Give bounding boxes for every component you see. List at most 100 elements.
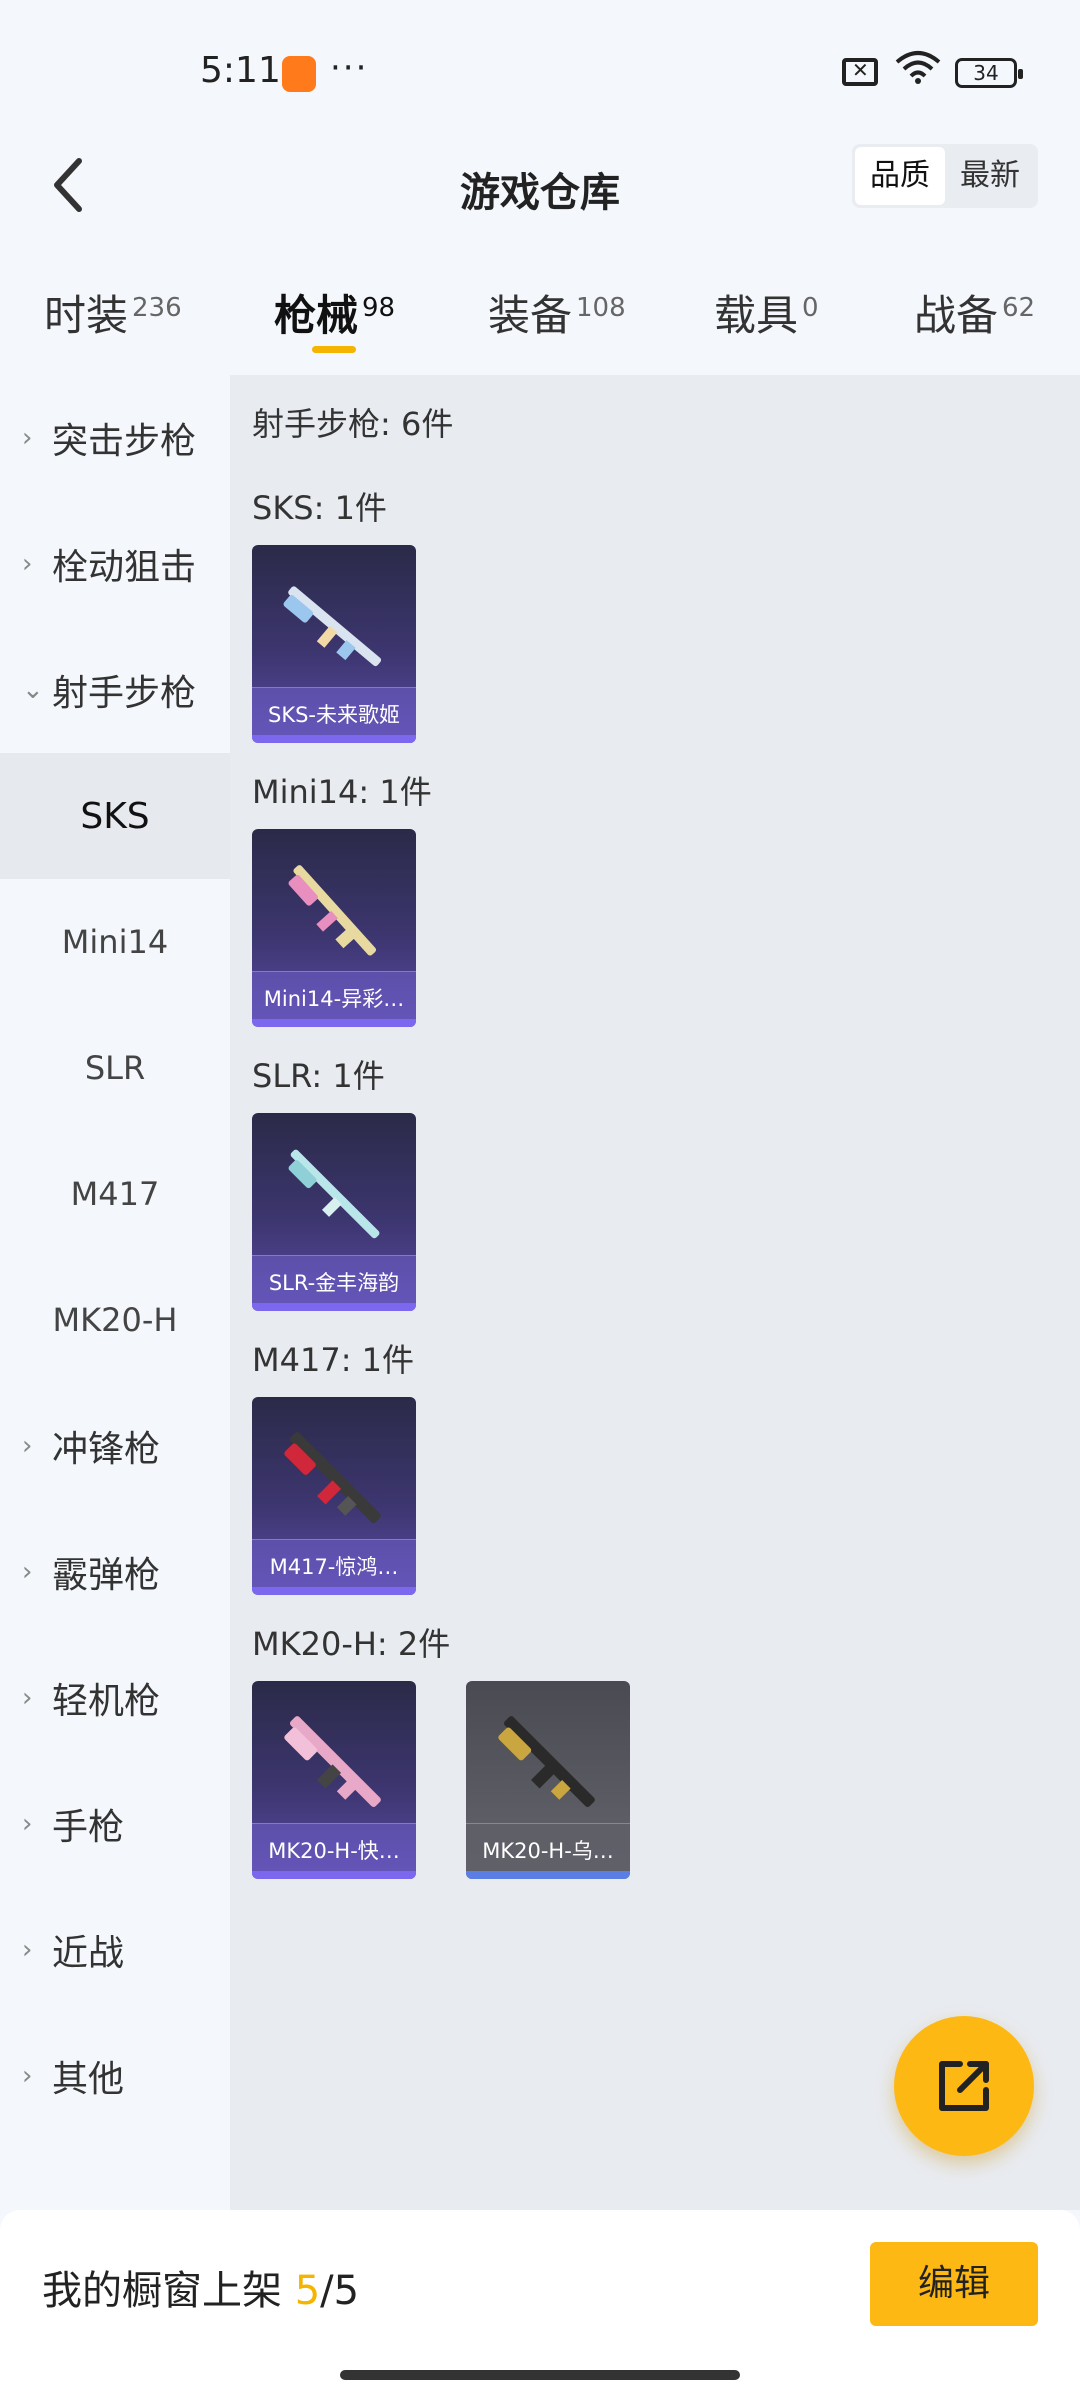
sidebar-item-melee[interactable]: › 近战 [0,1887,230,2013]
sidebar-subitem-mini14[interactable]: Mini14 [0,879,230,1005]
sidebar-item-label: 突击步枪 [52,421,197,462]
group-title: SKS: 1件 [252,489,387,527]
battery-icon: 34 [955,58,1023,88]
sidebar-item-other[interactable]: › 其他 [0,2013,230,2139]
sidebar-item-label: M417 [70,1175,160,1213]
share-external-icon [939,2061,989,2111]
status-bar: 5:11 ··· 34 [0,0,1080,140]
chevron-right-icon: › [22,1431,33,1461]
chevron-right-icon: › [22,2061,33,2091]
showcase-total-count: /5 [320,2268,360,2314]
header: 游戏仓库 品质 最新 [0,140,1080,270]
sidebar-subitem-m417[interactable]: M417 [0,1131,230,1257]
item-card[interactable]: MK20-H-快… [252,1681,416,1879]
item-name: M417-惊鸿… [269,1555,399,1579]
rarity-strip [252,1871,416,1879]
item-card[interactable]: M417-惊鸿… [252,1397,416,1595]
sidebar-item-lmg[interactable]: › 轻机枪 [0,1635,230,1761]
sidebar-item-assault-rifle[interactable]: › 突击步枪 [0,375,230,501]
rarity-strip [466,1871,630,1879]
sidebar-item-smg[interactable]: › 冲锋枪 [0,1383,230,1509]
tab-label: 装备 [488,291,573,340]
item-name: SLR-金丰海韵 [268,1271,400,1295]
sim-off-icon [842,58,878,86]
sidebar-item-label: 其他 [52,2059,125,2100]
chevron-left-icon [54,158,82,212]
group-title: SLR: 1件 [252,1057,385,1095]
sidebar-item-shotgun[interactable]: › 霰弹枪 [0,1509,230,1635]
item-card[interactable]: SKS-未来歌姬 [252,545,416,743]
sort-toggle[interactable]: 品质 最新 [852,144,1038,208]
more-notifications-icon: ··· [330,48,369,88]
tab-fashion[interactable]: 时装 236 [44,282,182,362]
item-name: SKS-未来歌姬 [267,703,400,727]
tab-label: 枪械 [274,291,359,340]
shopping-app-icon [282,56,316,92]
rifle-skin-icon [284,1432,381,1524]
tab-label: 载具 [714,291,799,340]
sidebar-item-label: SLR [84,1049,146,1087]
tab-count: 62 [1002,293,1036,323]
sidebar-subitem-slr[interactable]: SLR [0,1005,230,1131]
sidebar-item-label: 栓动狙击 [52,547,197,588]
item-name: MK20-H-乌… [482,1839,614,1863]
tab-equipment[interactable]: 装备 108 [488,282,626,362]
category-tabs: 时装 236 枪械 98 装备 108 载具 0 战备 62 [0,270,1080,375]
item-card[interactable]: Mini14-异彩… [252,829,416,1027]
sidebar-item-pistol[interactable]: › 手枪 [0,1761,230,1887]
group-title: MK20-H: 2件 [252,1625,451,1663]
tab-label: 时装 [44,291,129,340]
status-time: 5:11 [200,50,281,91]
sidebar-item-label: 射手步枪 [52,673,197,714]
chevron-right-icon: › [22,1683,33,1713]
tab-vehicles[interactable]: 载具 0 [714,282,819,362]
chevron-down-icon: ⌄ [22,675,44,705]
showcase-current-count: 5 [294,2268,321,2314]
tab-count: 108 [576,293,626,323]
edit-button[interactable]: 编辑 [870,2242,1038,2326]
rifle-skin-icon [498,1716,595,1808]
chevron-right-icon: › [22,1557,33,1587]
sidebar-item-bolt-sniper[interactable]: › 栓动狙击 [0,501,230,627]
tab-count: 98 [362,293,396,323]
showcase-status: 我的橱窗上架 5/5 [42,2258,359,2316]
tab-label: 战备 [914,291,999,340]
section-title: 射手步枪: 6件 [252,405,454,443]
item-card[interactable]: MK20-H-乌… [466,1681,630,1879]
tab-supplies[interactable]: 战备 62 [914,282,1035,362]
tab-count: 236 [132,293,182,323]
sidebar: › 突击步枪 › 栓动狙击 ⌄ 射手步枪 SKS Mini14 SLR M417 MK… [0,375,230,2210]
bottom-bar: 我的橱窗上架 5/5 编辑 [0,2210,1080,2400]
wifi-icon [895,50,941,93]
group-title: Mini14: 1件 [252,773,432,811]
sidebar-item-marksman-rifle[interactable]: ⌄ 射手步枪 [0,627,230,753]
sidebar-item-label: SKS [80,795,150,837]
rifle-skin-icon [283,586,382,667]
sidebar-item-label: 近战 [52,1933,125,1974]
share-button[interactable] [894,2016,1034,2156]
sidebar-subitem-mk20h[interactable]: MK20-H [0,1257,230,1383]
sidebar-subitem-sks[interactable]: SKS [0,753,230,879]
rarity-strip [252,1587,416,1595]
rarity-strip [252,1303,416,1311]
rifle-skin-icon [288,865,377,956]
item-name: Mini14-异彩… [263,987,405,1011]
showcase-label: 我的橱窗上架 [42,2268,295,2314]
rifle-skin-icon [288,1149,380,1239]
item-grid: 射手步枪: 6件 SKS: 1件 SKS-未来歌姬 Mini14: 1件 Min… [230,375,1080,2210]
tab-count: 0 [802,293,819,323]
sort-newest-option[interactable]: 最新 [945,147,1035,205]
item-card[interactable]: SLR-金丰海韵 [252,1113,416,1311]
sidebar-item-label: 冲锋枪 [52,1429,161,1470]
sidebar-item-label: 轻机枪 [52,1681,161,1722]
sort-quality-option[interactable]: 品质 [855,147,945,205]
chevron-right-icon: › [22,1809,33,1839]
chevron-right-icon: › [22,423,33,453]
sidebar-item-label: Mini14 [61,923,169,961]
back-button[interactable] [22,140,112,230]
rarity-strip [252,1019,416,1027]
home-indicator[interactable] [340,2370,740,2380]
sidebar-item-label: 手枪 [52,1807,125,1848]
rarity-strip [252,735,416,743]
rifle-skin-icon [284,1716,381,1808]
